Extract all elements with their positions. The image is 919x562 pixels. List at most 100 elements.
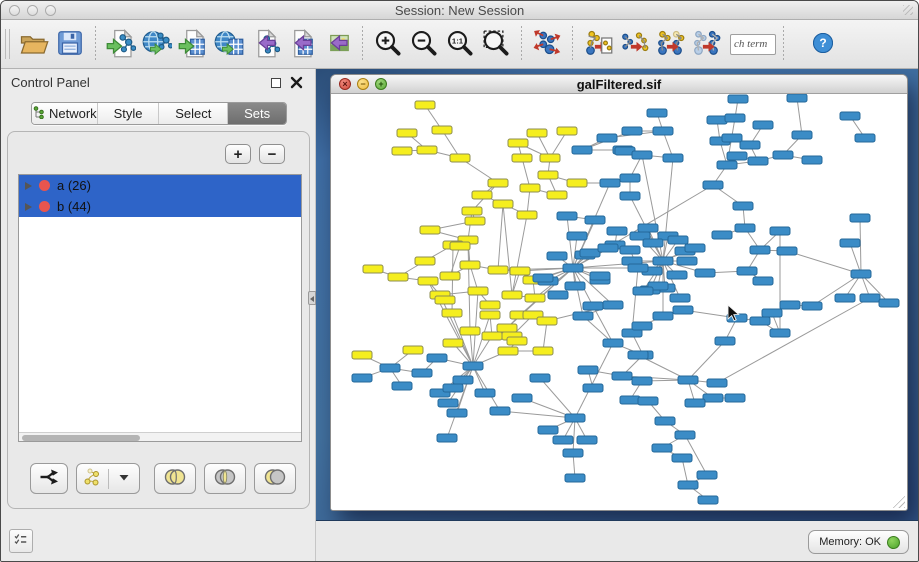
graph-node-blue[interactable]: [647, 109, 667, 117]
tab-select[interactable]: Select: [159, 103, 228, 124]
graph-node-blue[interactable]: [352, 374, 372, 382]
graph-node-blue[interactable]: [678, 481, 698, 489]
graph-node-blue[interactable]: [787, 94, 807, 102]
graph-node-blue[interactable]: [643, 239, 663, 247]
graph-edge[interactable]: [850, 243, 861, 274]
graph-node-yellow[interactable]: [507, 337, 527, 345]
remove-set-button[interactable]: −: [259, 144, 285, 164]
graph-node-blue[interactable]: [750, 317, 770, 325]
graph-node-blue[interactable]: [667, 271, 687, 279]
graph-node-yellow[interactable]: [538, 171, 558, 179]
graph-node-blue[interactable]: [533, 274, 553, 282]
graph-node-yellow[interactable]: [472, 191, 492, 199]
graph-node-blue[interactable]: [855, 134, 875, 142]
graph-node-blue[interactable]: [447, 409, 467, 417]
graph-node-yellow[interactable]: [420, 226, 440, 234]
graph-node-yellow[interactable]: [432, 126, 452, 134]
graph-node-blue[interactable]: [590, 272, 610, 280]
graph-node-blue[interactable]: [638, 397, 658, 405]
graph-node-blue[interactable]: [583, 384, 603, 392]
graph-edge[interactable]: [575, 343, 613, 418]
graph-node-yellow[interactable]: [418, 277, 438, 285]
zoom-fit-button[interactable]: [478, 26, 514, 62]
zoom-in-button[interactable]: [370, 26, 406, 62]
network-frame-titlebar[interactable]: × − + galFiltered.sif: [331, 75, 907, 94]
graph-node-blue[interactable]: [652, 444, 672, 452]
graph-node-blue[interactable]: [762, 309, 782, 317]
graph-node-blue[interactable]: [490, 407, 510, 415]
graph-node-blue[interactable]: [860, 294, 880, 302]
graph-node-yellow[interactable]: [510, 267, 530, 275]
graph-edge[interactable]: [540, 378, 575, 418]
toolbar-drag-handle[interactable]: [5, 29, 10, 59]
graph-node-blue[interactable]: [715, 337, 735, 345]
graph-node-blue[interactable]: [565, 282, 585, 290]
graph-node-blue[interactable]: [735, 224, 755, 232]
graph-node-yellow[interactable]: [460, 327, 480, 335]
graph-node-yellow[interactable]: [488, 179, 508, 187]
graph-node-blue[interactable]: [620, 192, 640, 200]
tab-sets[interactable]: Sets: [228, 103, 286, 124]
graph-node-blue[interactable]: [707, 379, 727, 387]
tab-style[interactable]: Style: [98, 103, 160, 124]
graph-node-yellow[interactable]: [388, 273, 408, 281]
graph-node-blue[interactable]: [438, 399, 458, 407]
graph-node-blue[interactable]: [622, 127, 642, 135]
graph-node-blue[interactable]: [777, 247, 797, 255]
graph-node-blue[interactable]: [653, 257, 673, 265]
graph-node-blue[interactable]: [728, 95, 748, 103]
graph-node-yellow[interactable]: [488, 266, 508, 274]
graph-node-blue[interactable]: [685, 244, 705, 252]
graph-node-blue[interactable]: [703, 181, 723, 189]
fullscreen-icon[interactable]: [903, 5, 913, 15]
graph-node-blue[interactable]: [530, 374, 550, 382]
graph-node-blue[interactable]: [748, 157, 768, 165]
network-compare-button[interactable]: [616, 26, 652, 62]
graph-node-blue[interactable]: [603, 339, 623, 347]
memory-status-button[interactable]: Memory: OK: [808, 530, 909, 554]
graph-node-yellow[interactable]: [493, 200, 513, 208]
import-table-web-button[interactable]: [211, 26, 247, 62]
graph-node-blue[interactable]: [780, 301, 800, 309]
graph-node-yellow[interactable]: [442, 309, 462, 317]
graph-node-blue[interactable]: [851, 270, 871, 278]
graph-node-blue[interactable]: [835, 294, 855, 302]
graph-edge[interactable]: [500, 411, 575, 418]
graph-node-yellow[interactable]: [527, 129, 547, 137]
graph-node-blue[interactable]: [598, 244, 618, 252]
graph-node-blue[interactable]: [668, 236, 688, 244]
graph-node-yellow[interactable]: [397, 129, 417, 137]
graph-node-blue[interactable]: [653, 127, 673, 135]
graph-node-blue[interactable]: [412, 369, 432, 377]
graph-node-yellow[interactable]: [417, 146, 437, 154]
graph-node-yellow[interactable]: [468, 287, 488, 295]
graph-node-blue[interactable]: [722, 134, 742, 142]
graph-node-blue[interactable]: [770, 329, 790, 337]
graph-node-blue[interactable]: [632, 377, 652, 385]
graph-node-blue[interactable]: [620, 396, 640, 404]
graph-node-blue[interactable]: [548, 291, 568, 299]
graph-node-yellow[interactable]: [480, 301, 500, 309]
graph-node-blue[interactable]: [750, 246, 770, 254]
graph-node-blue[interactable]: [572, 146, 592, 154]
graph-node-blue[interactable]: [685, 399, 705, 407]
close-panel-icon[interactable]: [290, 76, 303, 89]
graph-node-blue[interactable]: [653, 312, 673, 320]
graph-edge[interactable]: [593, 306, 613, 343]
network-merge-right-button[interactable]: [688, 26, 724, 62]
graph-node-blue[interactable]: [727, 152, 747, 160]
graph-node-yellow[interactable]: [465, 217, 485, 225]
graph-node-blue[interactable]: [578, 366, 598, 374]
graph-node-blue[interactable]: [453, 376, 473, 384]
graph-node-blue[interactable]: [437, 434, 457, 442]
graph-node-blue[interactable]: [725, 394, 745, 402]
graph-node-yellow[interactable]: [557, 127, 577, 135]
import-network-web-button[interactable]: [139, 26, 175, 62]
graph-node-blue[interactable]: [879, 299, 899, 307]
graph-node-yellow[interactable]: [508, 139, 528, 147]
graph-node-blue[interactable]: [753, 277, 773, 285]
graph-node-yellow[interactable]: [482, 332, 502, 340]
graph-node-blue[interactable]: [740, 141, 760, 149]
graph-node-blue[interactable]: [603, 301, 623, 309]
graph-node-blue[interactable]: [725, 114, 745, 122]
